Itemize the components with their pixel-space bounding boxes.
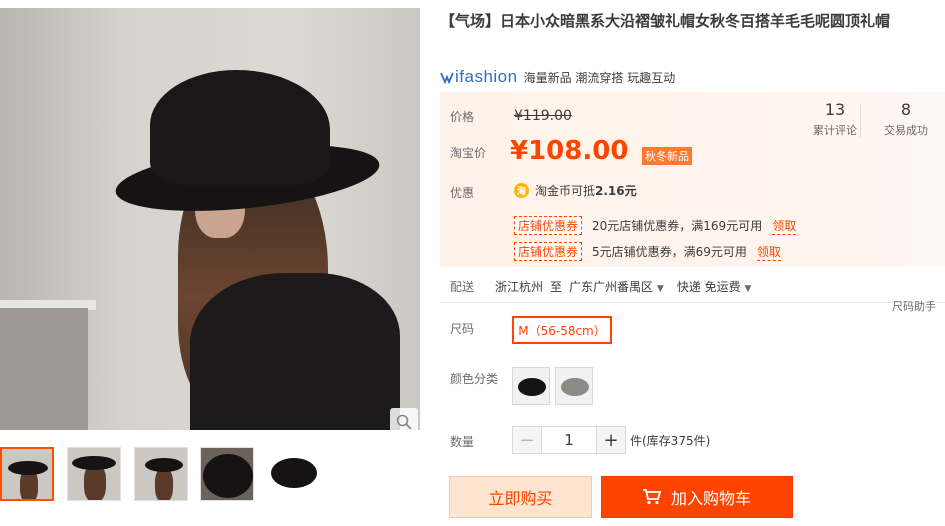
shipping-row: 配送 浙江杭州 至 广东广州番禺区 ▼ 快递 免运费 ▼	[450, 278, 751, 295]
image-hat-crown	[150, 70, 330, 185]
shipping-to-word: 至	[550, 280, 563, 294]
magnifier-icon	[396, 414, 412, 430]
color-label: 颜色分类	[450, 372, 499, 386]
thumbnail-2[interactable]	[67, 447, 121, 501]
coupon-text-1: 20元店铺优惠券，满169元可用	[592, 219, 763, 233]
zoom-button[interactable]	[390, 408, 418, 430]
taobao-coin-icon: 淘	[514, 183, 529, 198]
buy-now-button[interactable]: 立即购买	[449, 476, 592, 518]
discount-label: 优惠	[450, 186, 475, 200]
caret-down-icon: ▼	[656, 284, 664, 294]
shipping-method[interactable]: 快递 免运费 ▼	[677, 278, 752, 295]
thumbnail-3[interactable]	[134, 447, 188, 501]
shipping-destination-text: 广东广州番禺区	[569, 280, 654, 294]
add-to-cart-label: 加入购物车	[670, 489, 751, 508]
caret-down-icon: ▼	[744, 284, 752, 294]
stat-divider	[860, 104, 861, 138]
coupon-row-2: 店铺优惠券 5元店铺优惠券，满69元可用 领取	[514, 242, 781, 261]
stat-transactions-label: 交易成功	[884, 124, 928, 137]
image-shelf	[0, 308, 88, 430]
color-option-grey[interactable]	[555, 367, 593, 405]
shipping-label: 配送	[450, 280, 475, 294]
brand-row: ifashion 海量新品 潮流穿搭 玩趣互动	[440, 67, 675, 87]
coin-offer-text: 淘金币可抵	[535, 184, 596, 198]
size-helper-link[interactable]: 尺码助手	[892, 298, 936, 314]
size-label: 尺码	[450, 322, 475, 336]
brand-logo-text: ifashion	[455, 67, 518, 86]
coin-offer: 淘 淘金币可抵 2.16元	[514, 182, 637, 199]
image-body	[190, 273, 400, 430]
quantity-increase-button[interactable]: +	[597, 427, 625, 453]
quantity-input[interactable]: 1	[541, 427, 597, 453]
coupon-tag-1: 店铺优惠券	[514, 216, 583, 235]
cart-icon	[642, 489, 661, 505]
shipping-destination[interactable]: 广东广州番禺区 ▼	[569, 278, 664, 295]
taobao-price-label: 淘宝价	[450, 146, 487, 160]
coin-offer-amount: 2.16元	[595, 184, 637, 198]
coupon-claim-1[interactable]: 领取	[772, 217, 797, 235]
shipping-from: 浙江杭州	[495, 280, 544, 294]
color-option-black[interactable]	[512, 367, 550, 405]
promo-tag: 秋冬新品	[642, 147, 692, 165]
coupon-tag-2: 店铺优惠券	[514, 242, 583, 261]
product-title: 【气场】日本小众暗黑系大沿褶皱礼帽女秋冬百搭羊毛毛呢圆顶礼帽	[440, 12, 891, 30]
original-price: ¥119.00	[514, 108, 572, 124]
stat-transactions-value: 8	[900, 100, 912, 119]
size-option-m[interactable]: M（56-58cm）	[512, 316, 612, 344]
thumbnail-4[interactable]	[200, 447, 254, 501]
ifashion-logo-icon[interactable]: ifashion	[440, 67, 518, 87]
coupon-text-2: 5元店铺优惠券，满69元可用	[592, 245, 747, 259]
main-product-image[interactable]	[0, 8, 420, 430]
shipping-method-text: 快递 免运费	[676, 280, 741, 294]
price-panel: 价格 ¥119.00 13 累计评论 8 交易成功 淘宝价 ¥108.00 秋冬…	[440, 92, 945, 267]
quantity-label: 数量	[450, 435, 475, 449]
add-to-cart-button[interactable]: 加入购物车	[601, 476, 793, 518]
coupon-row-1: 店铺优惠券 20元店铺优惠券，满169元可用 领取	[514, 216, 797, 235]
coupon-claim-2[interactable]: 领取	[756, 243, 781, 261]
section-divider	[440, 302, 945, 303]
brand-tags: 海量新品 潮流穿搭 玩趣互动	[523, 70, 676, 85]
price-label: 价格	[450, 110, 475, 124]
quantity-stepper: − 1 +	[512, 426, 626, 454]
thumbnail-1[interactable]	[0, 447, 54, 501]
quantity-decrease-button[interactable]: −	[513, 427, 541, 453]
stock-text: 件(库存375件)	[630, 434, 711, 448]
thumbnail-5[interactable]	[266, 447, 320, 501]
stat-transactions[interactable]: 8 交易成功	[871, 100, 941, 138]
current-price: ¥108.00	[510, 136, 629, 166]
